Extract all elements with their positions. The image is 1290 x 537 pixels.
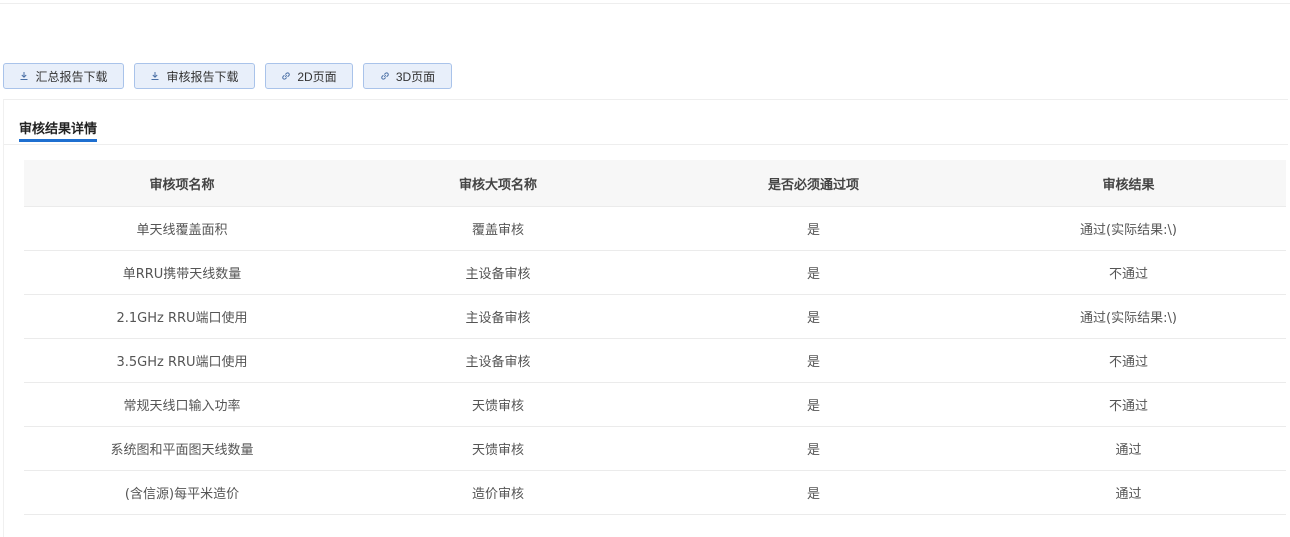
cell-item-name: 单RRU携带天线数量 (24, 250, 340, 295)
cell-category: 主设备审核 (340, 338, 656, 383)
cell-item-name: 系统图和平面图天线数量 (24, 426, 340, 471)
cell-mandatory: 是 (656, 206, 971, 251)
table-row: 系统图和平面图天线数量 天馈审核 是 通过 (24, 426, 1286, 471)
audit-results-table: 审核项名称 审核大项名称 是否必须通过项 审核结果 单天线覆盖面积 覆盖审核 是… (24, 160, 1286, 515)
cell-item-name: 2.1GHz RRU端口使用 (24, 294, 340, 339)
table-row: 单天线覆盖面积 覆盖审核 是 通过(实际结果:\) (24, 206, 1286, 251)
cell-mandatory: 是 (656, 382, 971, 427)
summary-report-download-button[interactable]: 汇总报告下载 (3, 63, 124, 89)
table-row: 单RRU携带天线数量 主设备审核 是 不通过 (24, 250, 1286, 295)
table-row: (含信源)每平米造价 造价审核 是 通过 (24, 470, 1286, 515)
cell-result: 通过(实际结果:\) (971, 206, 1286, 251)
cell-mandatory: 是 (656, 250, 971, 295)
cell-category: 天馈审核 (340, 382, 656, 427)
download-icon (150, 71, 160, 81)
cell-mandatory: 是 (656, 426, 971, 471)
download-icon (19, 71, 29, 81)
panel-title: 审核结果详情 (19, 122, 98, 137)
2d-page-button[interactable]: 2D页面 (265, 63, 353, 89)
3d-page-label: 3D页面 (395, 69, 436, 84)
page: 汇总报告下载 审核报告下载 2D页面 3D页面 审核结果详情 审核项名称 审核大… (0, 0, 1290, 537)
cell-item-name: 单天线覆盖面积 (24, 206, 340, 251)
column-header-item-name: 审核项名称 (24, 160, 340, 207)
cell-result: 通过 (971, 470, 1286, 515)
cell-result: 不通过 (971, 382, 1286, 427)
cell-item-name: (含信源)每平米造价 (24, 470, 340, 515)
active-tab-indicator (19, 139, 97, 142)
cell-category: 主设备审核 (340, 294, 656, 339)
table-header-row: 审核项名称 审核大项名称 是否必须通过项 审核结果 (24, 160, 1286, 207)
panel-header: 审核结果详情 (4, 100, 1288, 145)
link-icon (380, 71, 390, 81)
audit-report-download-button[interactable]: 审核报告下载 (134, 63, 255, 89)
table-row: 3.5GHz RRU端口使用 主设备审核 是 不通过 (24, 338, 1286, 383)
column-header-result: 审核结果 (971, 160, 1286, 207)
cell-item-name: 3.5GHz RRU端口使用 (24, 338, 340, 383)
cell-category: 造价审核 (340, 470, 656, 515)
column-header-category: 审核大项名称 (340, 160, 656, 207)
link-icon (281, 71, 291, 81)
cell-mandatory: 是 (656, 294, 971, 339)
cell-category: 天馈审核 (340, 426, 656, 471)
3d-page-button[interactable]: 3D页面 (363, 63, 452, 89)
cell-mandatory: 是 (656, 470, 971, 515)
summary-report-download-label: 汇总报告下载 (35, 69, 108, 84)
cell-result: 不通过 (971, 338, 1286, 383)
audit-report-download-label: 审核报告下载 (166, 69, 239, 84)
cell-item-name: 常规天线口输入功率 (24, 382, 340, 427)
toolbar: 汇总报告下载 审核报告下载 2D页面 3D页面 (3, 63, 452, 91)
cell-mandatory: 是 (656, 338, 971, 383)
table-row: 2.1GHz RRU端口使用 主设备审核 是 通过(实际结果:\) (24, 294, 1286, 339)
table-row: 常规天线口输入功率 天馈审核 是 不通过 (24, 382, 1286, 427)
cell-result: 通过 (971, 426, 1286, 471)
cell-result: 不通过 (971, 250, 1286, 295)
cell-category: 主设备审核 (340, 250, 656, 295)
top-strip (0, 0, 1290, 4)
cell-result: 通过(实际结果:\) (971, 294, 1286, 339)
cell-category: 覆盖审核 (340, 206, 656, 251)
2d-page-label: 2D页面 (297, 69, 337, 84)
column-header-mandatory: 是否必须通过项 (656, 160, 971, 207)
